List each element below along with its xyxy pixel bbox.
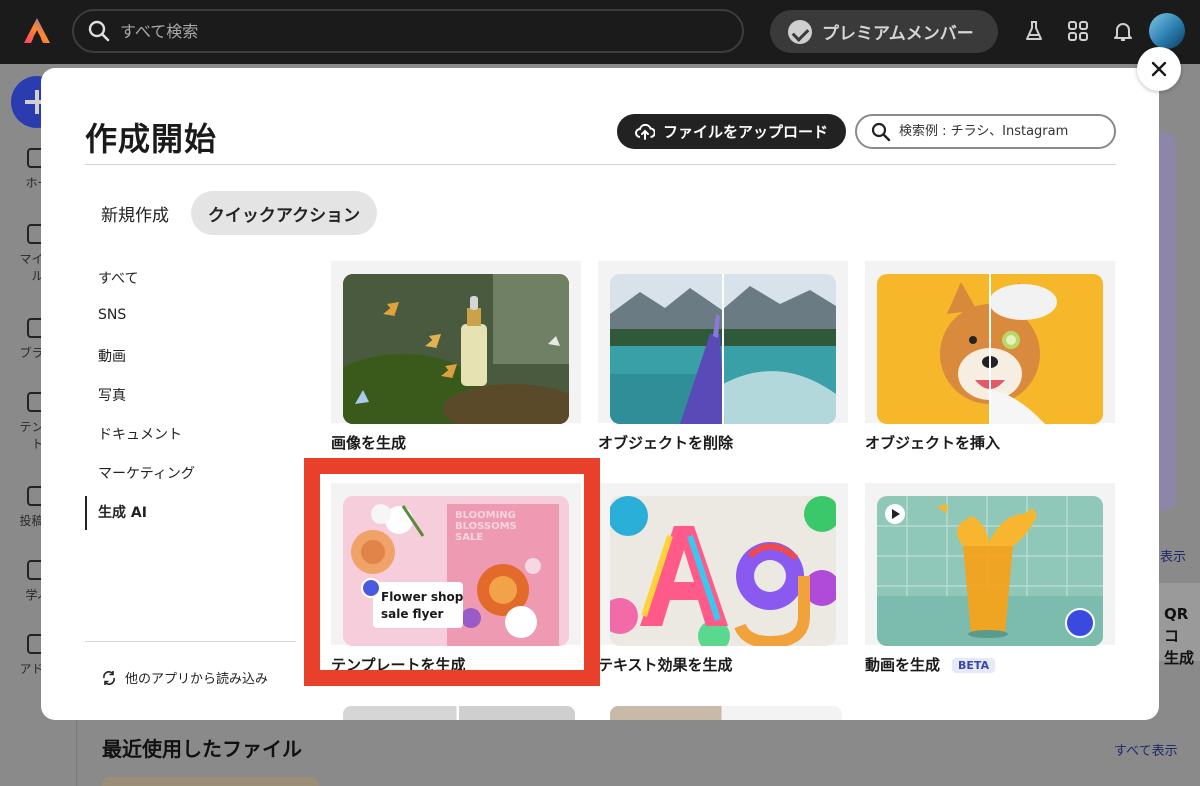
category-generative-ai[interactable]: 生成 AI [98,502,147,522]
import-label: 他のアプリから読み込み [125,672,269,687]
shiba-dog-scene-icon [877,274,1103,424]
search-icon [871,122,891,141]
modal-search-input[interactable] [899,124,1099,139]
card-thumbnail-frame [598,261,848,424]
recent-files-title: 最近使用したファイル [102,737,302,761]
active-category-indicator [85,496,87,530]
ai-video-badge-icon [1065,608,1095,638]
close-modal-button[interactable] [1137,47,1181,91]
top-bar: プレミアムメンバー [0,0,1200,64]
create-modal: 作成開始 ファイルをアップロード 新規作成 クイックアクション すべて SNS … [41,68,1159,720]
card-partial-1[interactable] [343,706,575,720]
card-label: オブジェクトを削除 [598,434,734,452]
cloud-upload-icon [635,123,655,140]
serum-bottle-scene-icon [343,274,569,424]
play-icon [885,504,905,524]
card-label: テキスト効果を生成 [598,656,733,674]
card-label: 画像を生成 [331,434,407,452]
yarn-letters-scene-icon [610,496,836,646]
card-thumbnail-frame [865,261,1115,424]
premium-label: プレミアムメンバー [822,24,974,44]
sidebar-divider [85,641,296,642]
modal-search-bar[interactable] [855,114,1116,149]
background-show-link[interactable]: 表示 [1160,546,1186,565]
global-search-bar[interactable] [72,9,744,53]
tab-new-create[interactable]: 新規作成 [87,191,183,235]
tab-quick-actions[interactable]: クイックアクション [191,191,377,235]
close-icon [1151,61,1167,77]
card-label-text: 動画を生成 [865,656,941,674]
premium-crown-icon [788,19,812,44]
header-divider [85,164,1116,165]
card-label: オブジェクトを挿入 [865,434,1001,452]
beta-badge: BETA [952,658,996,673]
category-marketing[interactable]: マーケティング [98,463,195,483]
highlight-box [304,458,600,686]
upload-file-button[interactable]: ファイルをアップロード [617,114,846,149]
global-search-input[interactable] [120,21,680,41]
adobe-express-logo-icon[interactable] [22,16,52,46]
category-sns[interactable]: SNS [98,307,126,323]
generate-video-thumbnail [877,496,1103,646]
generate-image-thumbnail [343,274,569,424]
search-icon [88,20,110,42]
recent-file-thumbnail[interactable] [102,777,319,786]
card-thumbnail-frame [865,483,1115,646]
import-from-apps-link[interactable]: 他のアプリから読み込み [101,668,268,687]
remove-object-thumbnail [610,274,836,424]
category-video[interactable]: 動画 [98,346,126,366]
card-thumbnail-frame [331,261,581,424]
background-banner [1158,132,1176,510]
user-avatar[interactable] [1149,13,1185,49]
card-partial-2[interactable] [610,706,842,720]
background-qr-card[interactable]: QR コ 生成 [1158,583,1200,667]
card-thumbnail-frame [598,483,848,646]
text-effect-thumbnail [610,496,836,646]
card-label: 動画を生成 BETA [865,654,996,675]
category-all[interactable]: すべて [98,268,138,288]
modal-title: 作成開始 [85,120,218,158]
insert-object-thumbnail [877,274,1103,424]
apps-grid-icon[interactable] [1066,19,1090,43]
category-document[interactable]: ドキュメント [98,424,182,444]
flask-icon[interactable] [1022,19,1046,43]
category-photo[interactable]: 写真 [98,385,126,405]
premium-member-button[interactable]: プレミアムメンバー [770,10,998,53]
upload-file-label: ファイルをアップロード [662,123,828,141]
recent-show-all-link[interactable]: すべて表示 [1114,740,1178,759]
lake-kayak-scene-icon [610,274,836,424]
import-icon [103,670,115,685]
bell-icon[interactable] [1111,19,1135,43]
background-divider [76,720,77,786]
